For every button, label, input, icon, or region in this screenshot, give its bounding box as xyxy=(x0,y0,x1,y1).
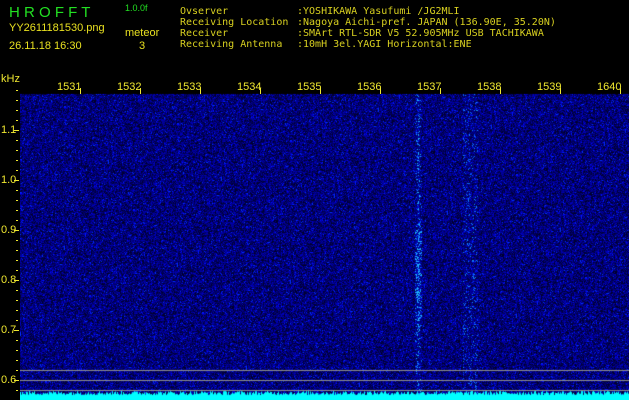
y-minor-tick xyxy=(16,280,18,281)
y-minor-tick xyxy=(16,320,18,321)
y-minor-tick xyxy=(16,140,18,141)
y-minor-tick xyxy=(16,240,18,241)
y-minor-tick xyxy=(16,300,18,301)
y-minor-tick xyxy=(16,350,18,351)
freq-label: 1640 xyxy=(597,81,622,93)
version: 1.0.0f xyxy=(125,3,148,13)
y-minor-tick xyxy=(16,170,18,171)
y-minor-tick xyxy=(16,190,18,191)
y-minor-tick xyxy=(16,200,18,201)
y-minor-tick xyxy=(16,220,18,221)
info-label: Receiving Location xyxy=(180,17,289,28)
meteor-count: 3 xyxy=(139,40,146,52)
spectrogram xyxy=(20,80,629,400)
freq-label: 1533 xyxy=(177,81,202,93)
y-minor-tick xyxy=(16,160,18,161)
freq-tick xyxy=(260,88,261,94)
y-minor-tick xyxy=(16,150,18,151)
meteor-label: meteor xyxy=(125,27,160,39)
y-minor-tick xyxy=(16,370,18,371)
freq-tick xyxy=(380,88,381,94)
filename: YY2611181530.png xyxy=(9,22,105,34)
unit-label: kHz xyxy=(1,73,20,85)
info-value: :Nagoya Aichi-pref. JAPAN (136.90E, 35.2… xyxy=(297,17,556,28)
y-minor-tick xyxy=(16,260,18,261)
hrofft-window: H R O F F T 1.0.0f YY2611181530.png 26.1… xyxy=(0,0,629,400)
info-value: :YOSHIKAWA Yasufumi /JG2MLI xyxy=(297,6,460,17)
freq-label: 1534 xyxy=(237,81,262,93)
y-minor-tick xyxy=(16,90,18,91)
y-minor-tick xyxy=(16,290,18,291)
y-minor-tick xyxy=(16,120,18,121)
y-minor-tick xyxy=(16,130,18,131)
freq-tick xyxy=(500,88,501,94)
y-minor-tick xyxy=(16,270,18,271)
app-logo: H R O F F T xyxy=(9,4,91,21)
datetime: 26.11.18 16:30 xyxy=(9,40,82,52)
freq-tick xyxy=(620,88,621,94)
freq-tick xyxy=(320,88,321,94)
y-minor-tick xyxy=(16,110,18,111)
freq-label: 1531 xyxy=(57,81,82,93)
freq-tick xyxy=(560,88,561,94)
freq-tick xyxy=(440,88,441,94)
info-value: :SMArt RTL-SDR V5 52.905MHz USB TACHIKAW… xyxy=(297,28,544,39)
freq-label: 1539 xyxy=(537,81,562,93)
y-minor-tick xyxy=(16,100,18,101)
info-value: :10mH 3el.YAGI Horizontal:ENE xyxy=(297,39,472,50)
info-label: Receiving Antenna xyxy=(180,39,283,50)
info-label: Ovserver xyxy=(180,6,229,17)
y-minor-tick xyxy=(16,230,18,231)
freq-label: 1537 xyxy=(417,81,442,93)
y-minor-tick xyxy=(16,310,18,311)
y-minor-tick xyxy=(16,250,18,251)
y-minor-tick xyxy=(16,360,18,361)
freq-tick xyxy=(200,88,201,94)
y-minor-tick xyxy=(16,330,18,331)
freq-tick xyxy=(80,88,81,94)
y-minor-tick xyxy=(16,380,18,381)
y-minor-tick xyxy=(16,340,18,341)
freq-label: 1535 xyxy=(297,81,322,93)
freq-label: 1536 xyxy=(357,81,382,93)
info-label: Receiver xyxy=(180,28,229,39)
freq-tick xyxy=(140,88,141,94)
freq-label: 1532 xyxy=(117,81,142,93)
y-minor-tick xyxy=(16,210,18,211)
y-minor-tick xyxy=(16,180,18,181)
freq-label: 1538 xyxy=(477,81,502,93)
y-minor-tick xyxy=(16,390,18,391)
